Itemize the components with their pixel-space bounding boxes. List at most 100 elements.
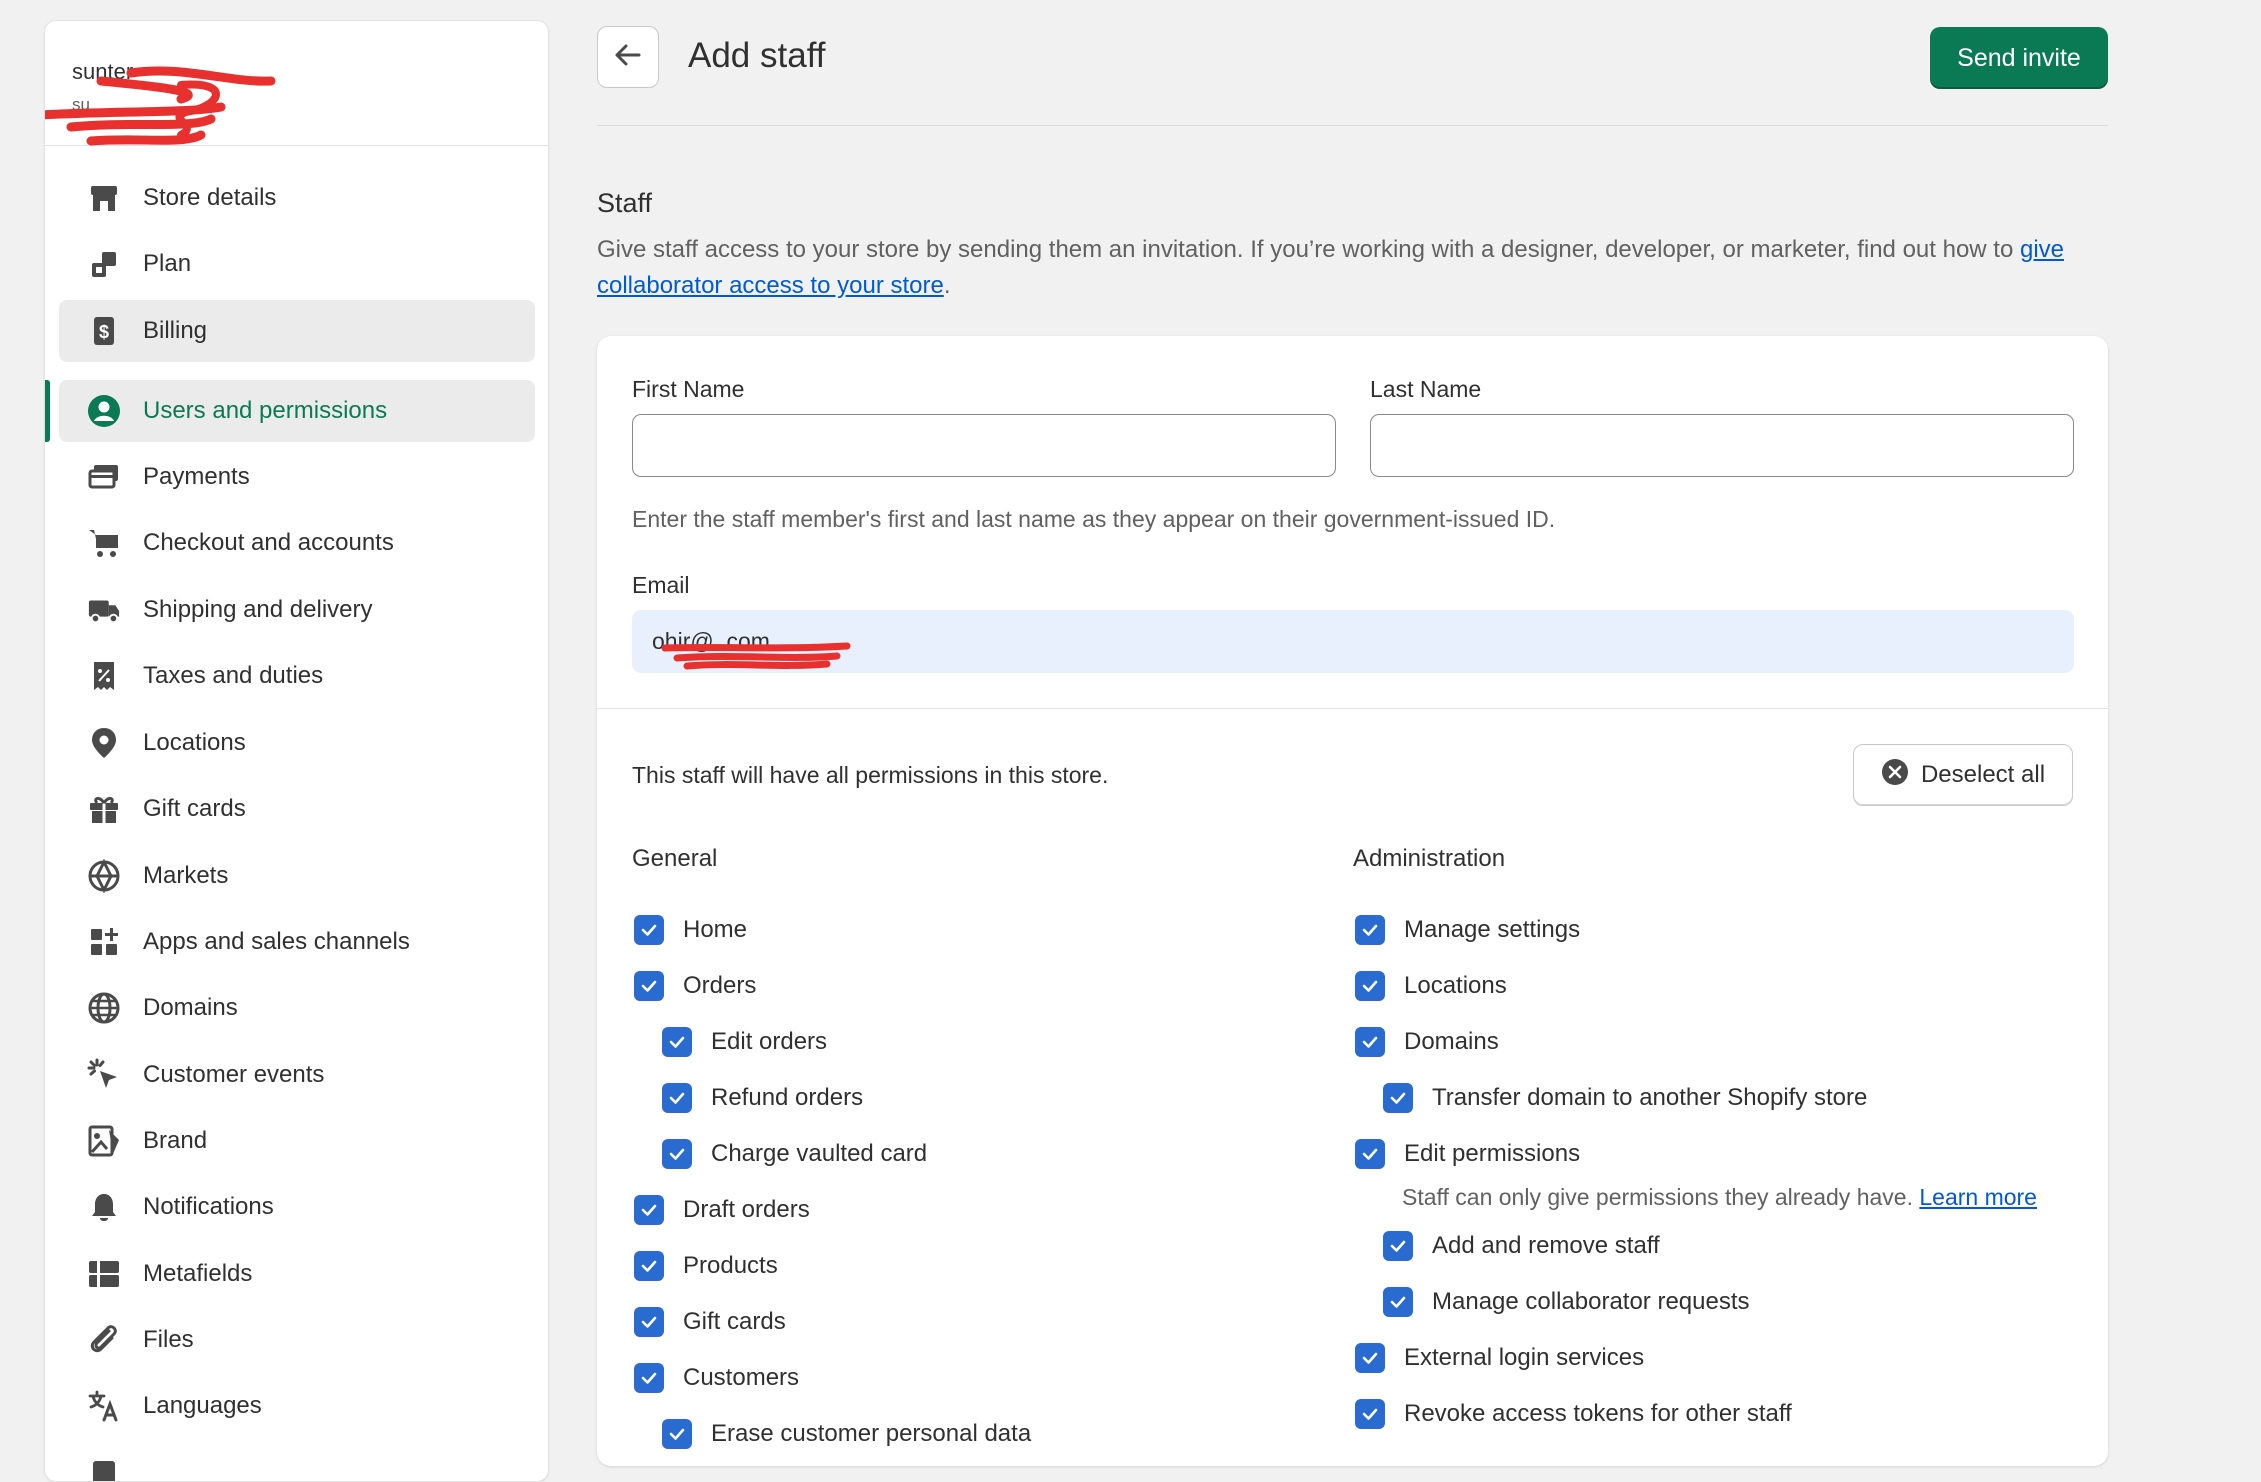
receipt-percent-icon [87,659,121,693]
checkbox[interactable] [1355,1027,1385,1057]
sidebar-item-billing[interactable]: $ Billing [59,300,535,362]
checkbox[interactable] [1383,1083,1413,1113]
deselect-all-button[interactable]: Deselect all [1853,744,2073,806]
perm-orders[interactable]: Orders [634,966,756,1006]
checkbox[interactable] [634,915,664,945]
sidebar-item-label: Gift cards [143,795,246,822]
perm-products[interactable]: Products [634,1246,778,1286]
checkbox[interactable] [662,1139,692,1169]
sidebar-item-notifications[interactable]: Notifications [59,1176,535,1238]
edit-permissions-help-text: Staff can only give permissions they alr… [1402,1184,1920,1210]
checkbox[interactable] [662,1419,692,1449]
checkbox[interactable] [1355,1343,1385,1373]
checkbox[interactable] [1355,915,1385,945]
sidebar-item-domains[interactable]: Domains [59,977,535,1039]
last-name-label: Last Name [1370,376,1482,402]
perm-refund-orders[interactable]: Refund orders [662,1078,863,1118]
checkbox[interactable] [1383,1287,1413,1317]
sidebar-item-label: Checkout and accounts [143,529,394,556]
checkbox[interactable] [1383,1231,1413,1261]
checkbox[interactable] [634,1251,664,1281]
learn-more-link[interactable]: Learn more [1919,1184,2037,1210]
sidebar-item-languages[interactable]: Languages [59,1375,535,1437]
sidebar-item-locations[interactable]: Locations [59,712,535,774]
back-button[interactable] [597,26,659,88]
perm-erase-customer-data[interactable]: Erase customer personal data [662,1414,1031,1454]
section-title: Staff [597,188,653,218]
perm-charge-vaulted-card[interactable]: Charge vaulted card [662,1134,927,1174]
sidebar-item-checkout[interactable]: Checkout and accounts [59,512,535,574]
sidebar-item-gift-cards[interactable]: Gift cards [59,778,535,840]
sidebar-item-taxes[interactable]: Taxes and duties [59,645,535,707]
metafields-icon [87,1257,121,1291]
perm-draft-orders[interactable]: Draft orders [634,1190,810,1230]
checkbox[interactable] [662,1083,692,1113]
checkbox[interactable] [634,971,664,1001]
edit-permissions-help: Staff can only give permissions they alr… [1402,1184,2037,1211]
sidebar-item-metafields[interactable]: Metafields [59,1243,535,1305]
perm-gift-cards[interactable]: Gift cards [634,1302,786,1342]
perm-manage-settings[interactable]: Manage settings [1355,910,1580,950]
checkbox[interactable] [1355,1139,1385,1169]
paperclip-icon [87,1323,121,1357]
perm-domains[interactable]: Domains [1355,1022,1499,1062]
store-name: sunter [72,59,134,84]
header-divider [597,125,2108,126]
section-desc-text: Give staff access to your store by sendi… [597,236,2020,263]
store-header[interactable]: sunter su [45,21,548,146]
checkbox[interactable] [634,1195,664,1225]
sidebar-item-store-details[interactable]: Store details [59,167,535,229]
last-name-input[interactable] [1370,414,2074,477]
checkbox[interactable] [1355,1399,1385,1429]
perm-locations[interactable]: Locations [1355,966,1507,1006]
check-icon [1362,980,1378,992]
check-icon [1362,1148,1378,1160]
sidebar-item-users-and-permissions[interactable]: Users and permissions [59,380,535,442]
permissions-note: This staff will have all permissions in … [632,762,1109,788]
checkbox[interactable] [1355,971,1385,1001]
first-name-input[interactable] [632,414,1336,477]
sidebar-item-label: Files [143,1326,194,1353]
sidebar-item-label: Locations [143,729,246,756]
sidebar-item-customer-events[interactable]: Customer events [59,1044,535,1106]
sidebar-item-shipping[interactable]: Shipping and delivery [59,579,535,641]
check-icon [669,1092,685,1104]
perm-label: Manage collaborator requests [1432,1288,1750,1315]
perm-home[interactable]: Home [634,910,747,950]
check-icon [1390,1092,1406,1104]
perm-edit-orders[interactable]: Edit orders [662,1022,827,1062]
check-icon [669,1428,685,1440]
sidebar-item-brand[interactable]: Brand [59,1110,535,1172]
perm-label: Products [683,1252,778,1279]
sidebar-item-markets[interactable]: Markets [59,845,535,907]
email-input[interactable]: ohir @ .com [632,610,2074,673]
sidebar-item-partial[interactable] [59,1442,535,1481]
perm-collaborator-requests[interactable]: Manage collaborator requests [1383,1282,1750,1322]
perm-edit-permissions[interactable]: Edit permissions [1355,1134,1580,1174]
checkbox[interactable] [634,1363,664,1393]
perm-add-remove-staff[interactable]: Add and remove staff [1383,1226,1660,1266]
send-invite-button[interactable]: Send invite [1930,27,2108,89]
perm-transfer-domain[interactable]: Transfer domain to another Shopify store [1383,1078,1867,1118]
check-icon [641,1316,657,1328]
perm-customers[interactable]: Customers [634,1358,799,1398]
check-icon [641,924,657,936]
sidebar-item-apps[interactable]: Apps and sales channels [59,911,535,973]
perm-external-login[interactable]: External login services [1355,1338,1644,1378]
checkbox[interactable] [662,1027,692,1057]
check-icon [1390,1296,1406,1308]
checkbox[interactable] [634,1307,664,1337]
sidebar-item-label: Taxes and duties [143,662,324,689]
sidebar-item-files[interactable]: Files [59,1309,535,1371]
perm-label: External login services [1404,1344,1645,1371]
perm-revoke-tokens[interactable]: Revoke access tokens for other staff [1355,1394,1792,1434]
sidebar-item-plan[interactable]: Plan [59,233,535,295]
check-icon [641,1372,657,1384]
perm-label: Erase customer personal data [711,1420,1032,1447]
payments-icon [87,460,121,494]
sidebar-item-payments[interactable]: Payments [59,446,535,508]
sidebar-item-label: Payments [143,463,250,490]
sidebar-item-label: Users and permissions [143,397,388,424]
close-circle-icon [1881,758,1909,793]
check-icon [1390,1240,1406,1252]
